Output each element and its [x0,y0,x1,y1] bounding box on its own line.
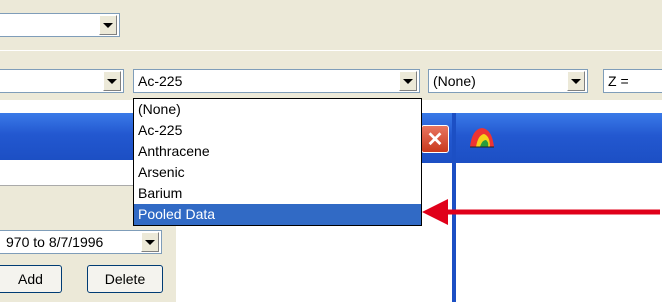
middle-pane [176,228,452,302]
delete-button[interactable]: Delete [87,265,163,293]
filter-combo[interactable]: (None) [428,69,588,93]
chart-app-icon [470,128,494,148]
chevron-down-icon[interactable] [567,71,585,91]
chevron-down-icon[interactable] [99,15,117,35]
date-range-value: 970 to 8/7/1996 [6,234,104,250]
dropdown-option-anthracene[interactable]: Anthracene [134,141,421,162]
filter-combo-value: (None) [433,73,476,89]
chevron-down-icon[interactable] [399,71,417,91]
analyte-combo[interactable]: Ac-225 [133,69,420,93]
delete-button-label: Delete [104,271,146,287]
toolbar-second: Ac-225 (None) Z = [0,50,662,100]
top-combo[interactable] [0,13,120,37]
z-field[interactable]: Z = [603,69,662,93]
dropdown-option-barium[interactable]: Barium [134,183,421,204]
analyte-dropdown-list[interactable]: (None) Ac-225 Anthracene Arsenic Barium … [133,98,422,226]
left-combo[interactable] [0,69,124,93]
dropdown-option-none[interactable]: (None) [134,99,421,120]
left-window-titlebar [0,113,133,160]
z-label: Z = [608,73,629,89]
chevron-down-icon[interactable] [141,232,159,252]
dropdown-option-pooled-data[interactable]: Pooled Data [134,204,421,225]
dropdown-option-arsenic[interactable]: Arsenic [134,162,421,183]
add-button[interactable]: Add [0,265,62,293]
chevron-down-icon[interactable] [103,71,121,91]
chart-window-titlebar [456,113,662,163]
date-range-combo[interactable]: 970 to 8/7/1996 [0,230,162,254]
add-button-label: Add [18,271,43,287]
close-icon[interactable]: ✕ [421,125,449,153]
toolbar-top [0,0,662,50]
dropdown-option-ac225[interactable]: Ac-225 [134,120,421,141]
annotation-arrow-icon [422,199,660,225]
analyte-combo-value: Ac-225 [138,73,183,89]
